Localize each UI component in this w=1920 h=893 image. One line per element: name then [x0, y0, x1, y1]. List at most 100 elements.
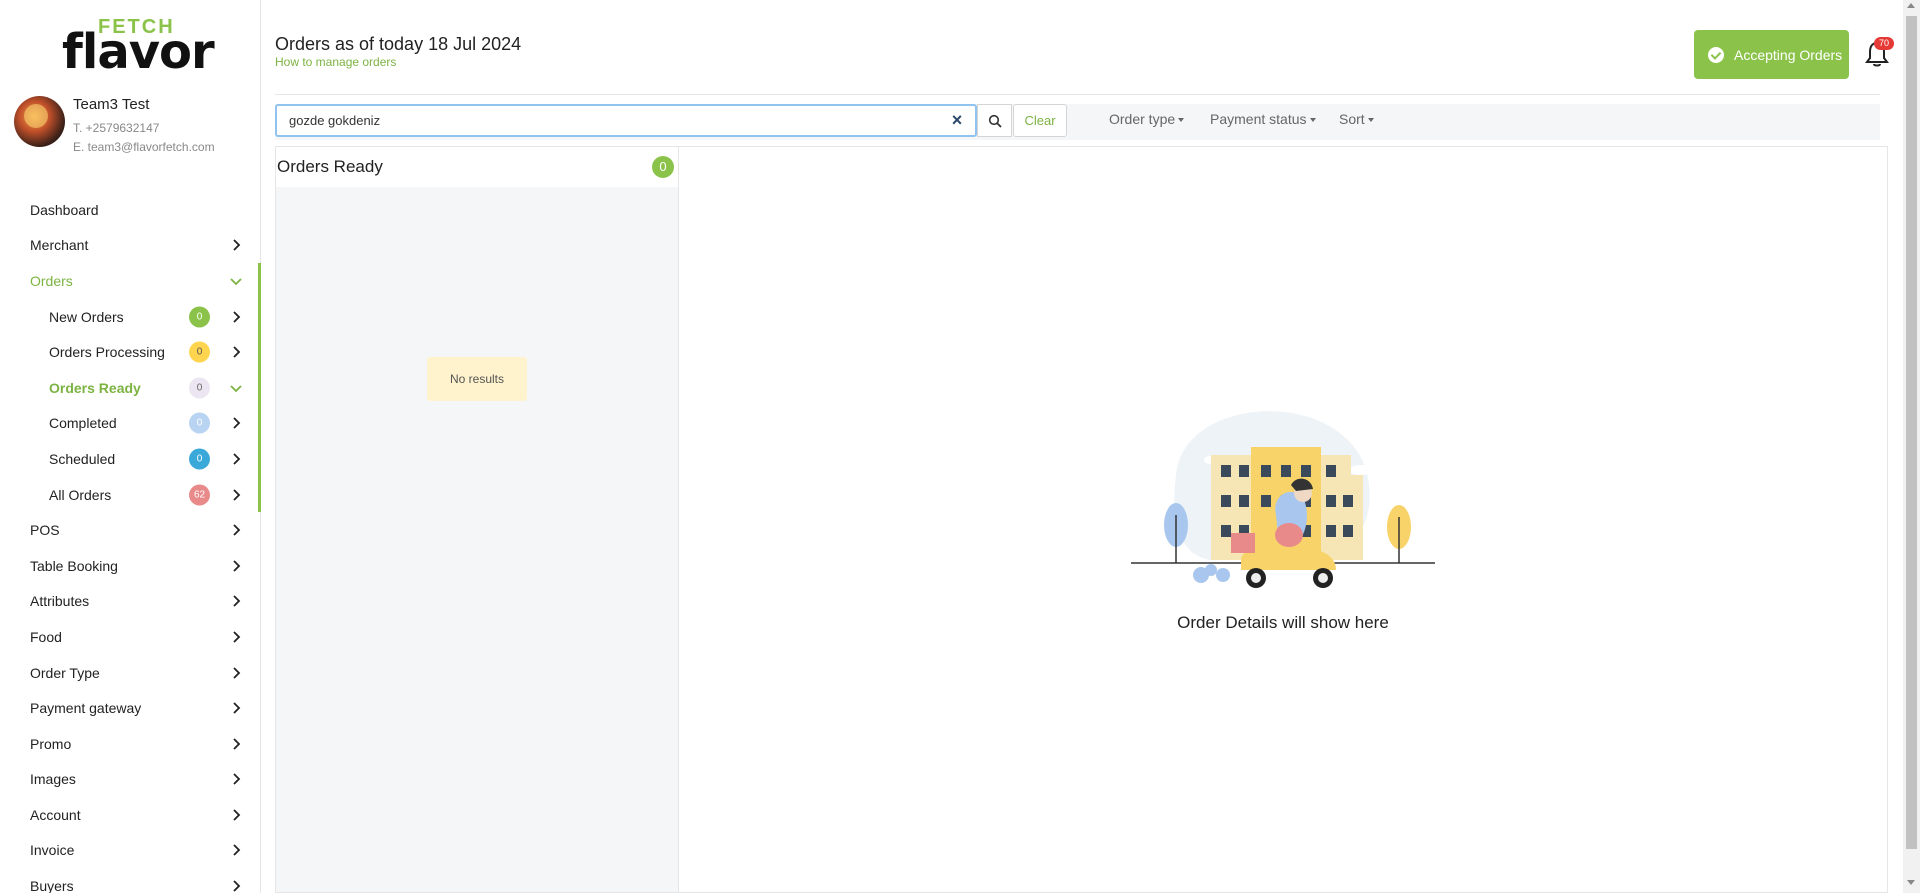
accepting-orders-label: Accepting Orders	[1734, 46, 1843, 63]
count-badge: 0	[189, 341, 210, 363]
sidebar-item-label: New Orders	[49, 308, 124, 325]
clear-button[interactable]: Clear	[1013, 104, 1067, 137]
chevron-right-icon	[233, 310, 241, 323]
accepting-orders-button[interactable]: Accepting Orders	[1694, 30, 1849, 79]
chevron-right-icon	[233, 631, 241, 643]
sidebar-item-pos[interactable]: POS	[0, 512, 261, 548]
sidebar-item-images[interactable]: Images	[0, 762, 261, 798]
sidebar-item-label: Promo	[30, 735, 72, 752]
sidebar-item-attributes[interactable]: Attributes	[0, 584, 261, 620]
orders-group: Orders New Orders 0 Orders Processing 0 …	[0, 263, 261, 513]
dropdown-label: Order type	[1109, 111, 1176, 127]
sidebar-item-invoice[interactable]: Invoice	[0, 833, 261, 869]
sidebar-item-account[interactable]: Account	[0, 797, 261, 833]
delivery-scooter-illustration	[1131, 411, 1435, 588]
order-type-dropdown[interactable]: Order type	[1109, 111, 1185, 127]
search-button[interactable]	[977, 104, 1012, 137]
scroll-down-arrow-icon[interactable]	[1907, 880, 1915, 885]
sidebar-item-dashboard[interactable]: Dashboard	[0, 192, 261, 228]
sidebar-item-scheduled[interactable]: Scheduled 0	[0, 441, 261, 477]
sidebar-item-label: Invoice	[30, 842, 75, 859]
sidebar-item-label: Orders Processing	[49, 344, 165, 361]
order-details-panel: Order Details will show here	[679, 146, 1888, 893]
chevron-right-icon	[233, 844, 241, 857]
brand-logo[interactable]: FETCH flavor	[62, 16, 215, 76]
sidebar-item-merchant[interactable]: Merchant	[0, 228, 261, 264]
chevron-right-icon	[233, 666, 241, 679]
sidebar-item-order-type[interactable]: Order Type	[0, 655, 261, 691]
empty-state-message: No results	[427, 357, 527, 401]
sidebar-item-label: POS	[30, 522, 60, 539]
notification-badge: 70	[1874, 37, 1894, 50]
count-badge: 0	[189, 412, 210, 434]
sidebar-item-new-orders[interactable]: New Orders 0	[0, 299, 261, 335]
caret-down-icon	[1309, 118, 1316, 123]
sidebar-item-label: Account	[30, 806, 81, 823]
merchant-profile: Team3 Test T. +2579632147 E. team3@flavo…	[14, 94, 254, 158]
count-badge: 62	[189, 484, 210, 506]
sidebar-item-table-booking[interactable]: Table Booking	[0, 548, 261, 584]
chevron-right-icon	[233, 738, 241, 750]
panel-header: Orders Ready 0	[276, 147, 678, 187]
chevron-right-icon	[233, 239, 241, 252]
scroll-up-arrow-icon[interactable]	[1907, 3, 1915, 8]
chevron-right-icon	[233, 453, 241, 465]
chevron-right-icon	[233, 773, 241, 785]
chevron-down-icon	[230, 278, 242, 286]
payment-status-dropdown[interactable]: Payment status	[1210, 111, 1316, 127]
sidebar-item-food[interactable]: Food	[0, 619, 261, 655]
caret-down-icon	[1178, 118, 1185, 123]
sidebar: FETCH flavor Team3 Test T. +2579632147 E…	[0, 0, 261, 893]
logo-flavor-text: flavor	[62, 24, 215, 80]
count-badge: 0	[652, 156, 674, 178]
sidebar-item-label: Orders Ready	[49, 379, 141, 396]
sidebar-item-label: Order Type	[30, 664, 100, 681]
chevron-right-icon	[233, 809, 241, 821]
sidebar-item-payment-gateway[interactable]: Payment gateway	[0, 690, 261, 726]
chevron-right-icon	[233, 417, 241, 429]
sidebar-item-orders-ready[interactable]: Orders Ready 0	[0, 370, 261, 406]
header-divider	[275, 94, 1880, 95]
sidebar-item-label: Buyers	[30, 878, 74, 893]
app-root: FETCH flavor Team3 Test T. +2579632147 E…	[0, 0, 1920, 893]
count-badge: 0	[189, 377, 210, 399]
sidebar-item-orders-processing[interactable]: Orders Processing 0	[0, 334, 261, 370]
caret-down-icon	[1367, 118, 1374, 123]
page-title: Orders as of today 18 Jul 2024	[275, 34, 522, 54]
chevron-right-icon	[233, 346, 241, 358]
sidebar-item-label: Orders	[30, 272, 73, 289]
search-input[interactable]	[275, 104, 977, 137]
close-icon[interactable]: ×	[948, 111, 966, 129]
sidebar-item-completed[interactable]: Completed 0	[0, 406, 261, 442]
sidebar-nav: Dashboard Merchant Orders New Orders 0 O…	[0, 192, 261, 893]
check-circle-icon	[1708, 46, 1724, 63]
orders-list-panel: Orders Ready 0 No results	[275, 146, 679, 893]
sidebar-item-label: All Orders	[49, 486, 112, 503]
count-badge: 0	[189, 448, 210, 470]
chevron-right-icon	[233, 880, 241, 892]
sidebar-item-label: Images	[30, 771, 76, 788]
sidebar-item-label: Dashboard	[30, 201, 99, 218]
chevron-down-icon	[230, 385, 242, 393]
sidebar-item-label: Food	[30, 628, 62, 645]
sidebar-item-buyers[interactable]: Buyers	[0, 868, 261, 893]
avatar	[14, 96, 65, 147]
profile-name: Team3 Test	[73, 96, 150, 113]
manage-orders-link[interactable]: How to manage orders	[275, 55, 396, 69]
sidebar-item-all-orders[interactable]: All Orders 62	[0, 477, 261, 513]
sidebar-item-label: Attributes	[30, 593, 90, 610]
sidebar-item-label: Merchant	[30, 237, 89, 254]
chevron-right-icon	[233, 488, 241, 501]
sidebar-item-label: Payment gateway	[30, 700, 142, 717]
panel-title: Orders Ready	[277, 157, 383, 176]
sidebar-item-orders[interactable]: Orders	[0, 263, 261, 299]
chevron-right-icon	[233, 560, 241, 572]
sidebar-item-label: Scheduled	[49, 450, 116, 467]
scrollbar-thumb[interactable]	[1906, 16, 1917, 849]
dropdown-label: Sort	[1339, 111, 1365, 127]
sidebar-item-promo[interactable]: Promo	[0, 726, 261, 762]
profile-email: E. team3@flavorfetch.com	[73, 140, 215, 154]
profile-phone: T. +2579632147	[73, 121, 160, 135]
sort-dropdown[interactable]: Sort	[1339, 111, 1374, 127]
chevron-right-icon	[233, 702, 241, 714]
